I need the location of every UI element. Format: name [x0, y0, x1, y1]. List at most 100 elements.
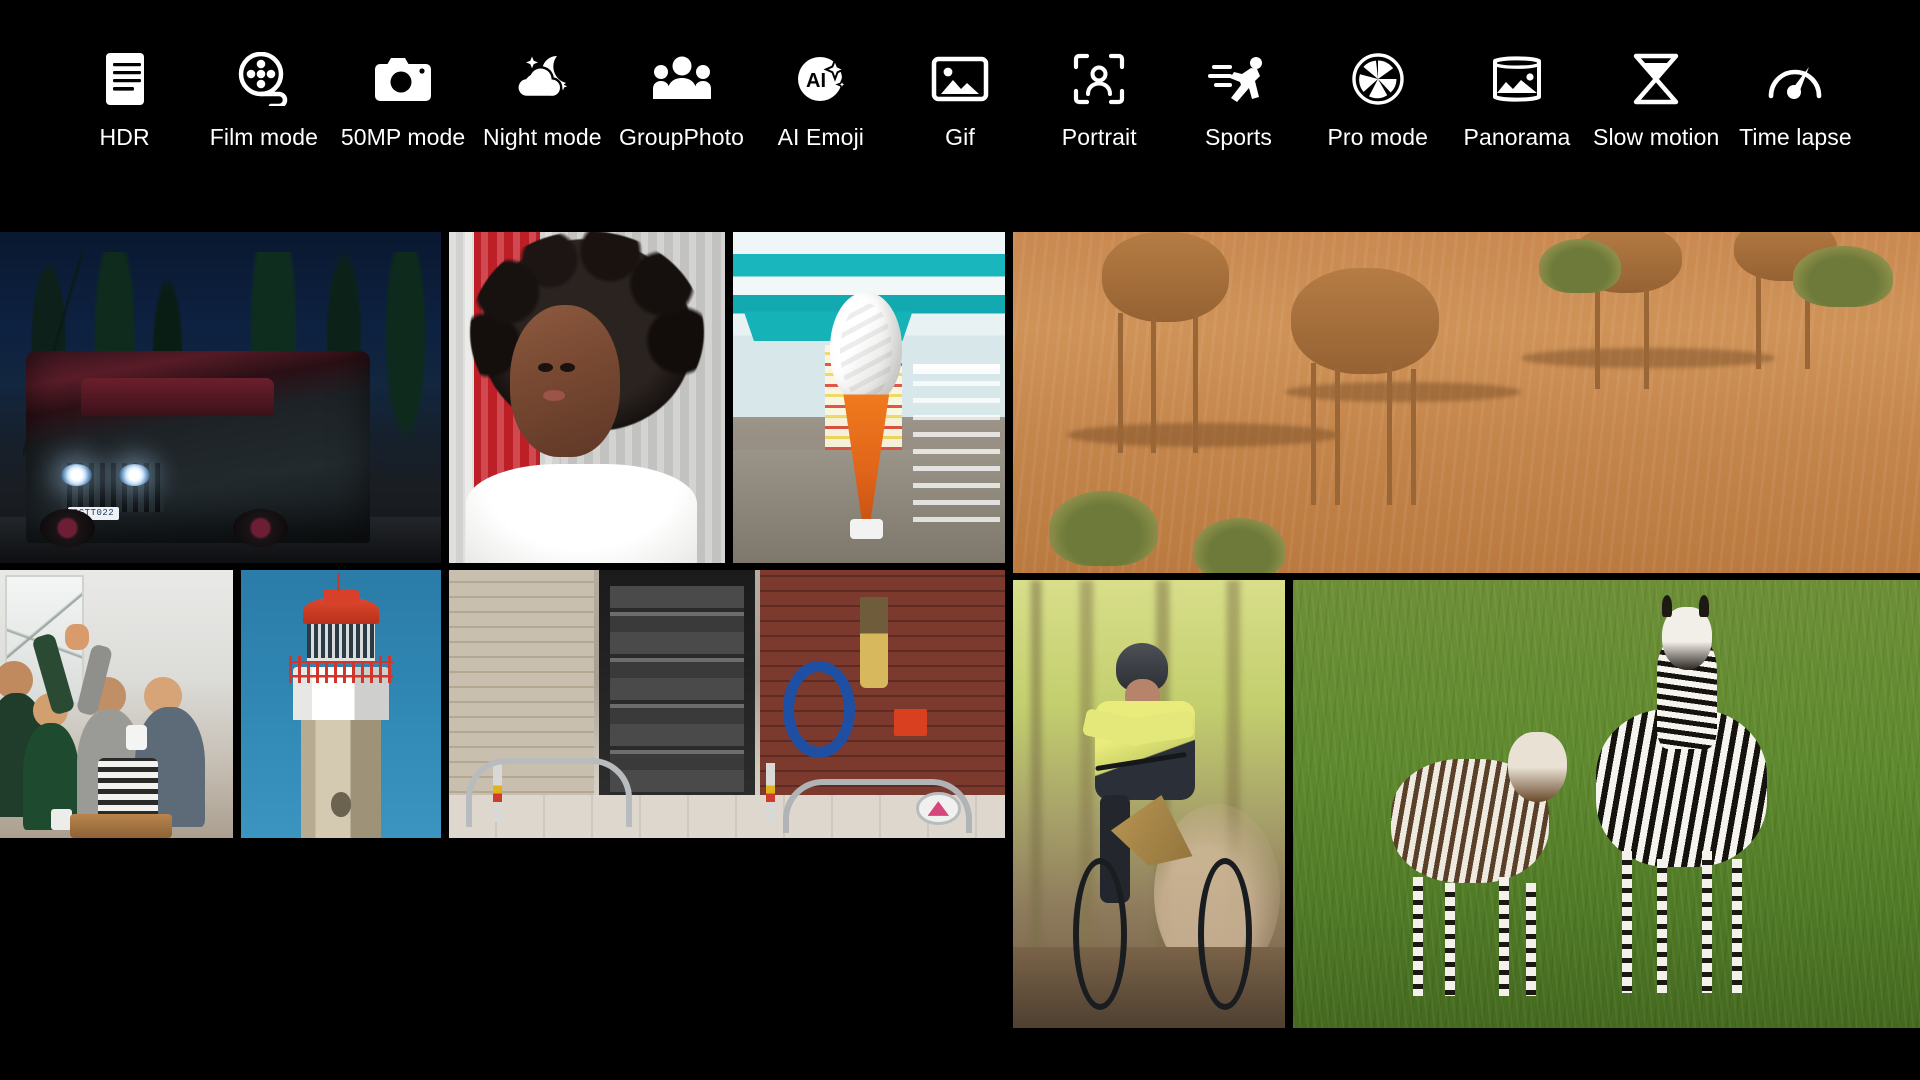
gallery-photo-mountain-biker[interactable] [1013, 580, 1285, 1028]
foal-leg [1445, 883, 1455, 996]
wheel-rear [1073, 858, 1127, 1010]
camel-body [1291, 268, 1439, 374]
photo-content-icecream [733, 232, 1005, 563]
lantern-room [307, 618, 375, 661]
gallery-photo-lighthouse[interactable] [241, 570, 441, 838]
mode-item-ai-emoji[interactable]: AI AI Emoji [751, 48, 890, 151]
svg-text:AI: AI [806, 70, 826, 92]
photo-content-friends [0, 570, 233, 838]
film-reel-icon [233, 48, 295, 110]
camel-leg [1387, 363, 1392, 504]
group-people-icon [651, 48, 713, 110]
zebra-leg [1657, 859, 1667, 993]
zebra-ear [1662, 595, 1672, 617]
gallery-photo-zebras[interactable] [1293, 580, 1920, 1028]
lips [543, 390, 565, 401]
mode-item-gif[interactable]: Gif [890, 48, 1029, 151]
running-person-icon [1207, 48, 1269, 110]
mode-label-film-mode: Film mode [210, 124, 318, 151]
camel-leg [1411, 369, 1416, 505]
metal-railing-left [466, 758, 633, 828]
mode-item-hdr[interactable]: HDR [55, 48, 194, 151]
mode-item-sports[interactable]: Sports [1169, 48, 1308, 151]
cone-horn [843, 394, 889, 531]
hourglass-icon [1625, 48, 1687, 110]
photo-gallery-grid: 9GTT022 [0, 232, 1920, 1028]
gallery-photo-friends-indoors[interactable] [0, 570, 233, 838]
mode-item-film-mode[interactable]: Film mode [194, 48, 333, 151]
photo-content-zebras [1293, 580, 1920, 1028]
desert-bush [1194, 518, 1285, 573]
zebra-leg [1702, 851, 1712, 993]
camel-body [1102, 232, 1229, 322]
camel-leg [1151, 318, 1156, 453]
rooftop-tent [81, 378, 274, 416]
blue-hose [783, 661, 855, 757]
camel-leg [1118, 313, 1123, 453]
camel-leg [1595, 287, 1600, 389]
ai-sparkle-circle-icon: AI [790, 48, 852, 110]
mode-item-night-mode[interactable]: Night mode [473, 48, 612, 151]
giant-cone-sculpture [825, 292, 907, 537]
moon-cloud-star-icon [511, 48, 573, 110]
mode-label-50mp-mode: 50MP mode [341, 124, 466, 151]
checkered-pants [98, 758, 159, 822]
soft-serve-swirl [830, 292, 902, 405]
photo-content-camels [1013, 232, 1920, 573]
photo-content-jeep: 9GTT022 [0, 232, 441, 563]
white-coat [466, 464, 698, 563]
mode-label-panorama: Panorama [1464, 124, 1571, 151]
desert-bush [1793, 246, 1893, 307]
zebra-foal [1368, 732, 1594, 1001]
mode-label-portrait: Portrait [1062, 124, 1137, 151]
desert-bush [1049, 491, 1158, 566]
wooden-tray [70, 814, 173, 838]
document-lines-icon [94, 48, 156, 110]
mode-item-portrait[interactable]: Portrait [1030, 48, 1169, 151]
mode-label-gif: Gif [945, 124, 975, 151]
gallery-photo-jeep-night[interactable]: 9GTT022 [0, 232, 441, 563]
mode-label-sports: Sports [1205, 124, 1272, 151]
gallery-photo-portrait-woman[interactable] [449, 232, 725, 563]
gallery-photo-camels-desert[interactable] [1013, 232, 1920, 573]
dome-cap [323, 589, 359, 602]
headlight-right [119, 464, 150, 485]
bollard [766, 763, 775, 822]
foal-leg [1499, 877, 1509, 995]
mode-item-time-lapse[interactable]: Time lapse [1726, 48, 1865, 151]
aperture-icon [1347, 48, 1409, 110]
zebra-leg [1622, 851, 1632, 993]
broom [860, 597, 888, 688]
mode-item-50mp-mode[interactable]: 50MP mode [333, 48, 472, 151]
mode-label-pro-mode: Pro mode [1327, 124, 1428, 151]
mode-label-night-mode: Night mode [483, 124, 602, 151]
eye-left [538, 363, 552, 372]
stairs [610, 586, 743, 795]
tower-window [331, 792, 351, 816]
wheel-rear [233, 509, 288, 547]
mode-item-pro-mode[interactable]: Pro mode [1308, 48, 1447, 151]
gallery-photo-alley-stairs[interactable] [449, 570, 1005, 838]
mode-item-panorama[interactable]: Panorama [1447, 48, 1586, 151]
photo-content-portrait [449, 232, 725, 563]
wheel-front [40, 509, 95, 547]
camel-leg [1756, 275, 1761, 369]
mode-label-groupphoto: GroupPhoto [619, 124, 744, 151]
camera-mode-bar: HDR Film mode 50MP mode Night mode Group… [0, 0, 1920, 228]
headlight-left [61, 464, 92, 485]
mode-item-slow-motion[interactable]: Slow motion [1587, 48, 1726, 151]
jeep-body: 9GTT022 [26, 351, 370, 543]
mode-item-groupphoto[interactable]: GroupPhoto [612, 48, 751, 151]
photo-content-biker [1013, 580, 1285, 1028]
stacked-chairs [913, 364, 1000, 530]
camel-leg [1193, 313, 1198, 453]
mode-label-ai-emoji: AI Emoji [778, 124, 864, 151]
desert-bush [1539, 239, 1621, 294]
foal-head [1508, 732, 1567, 802]
speedometer-icon [1764, 48, 1826, 110]
photo-content-lighthouse [241, 570, 441, 838]
gallery-photo-ice-cream[interactable] [733, 232, 1005, 563]
zebra-leg [1732, 859, 1742, 993]
photo-content-alley [449, 570, 1005, 838]
face [510, 305, 620, 457]
